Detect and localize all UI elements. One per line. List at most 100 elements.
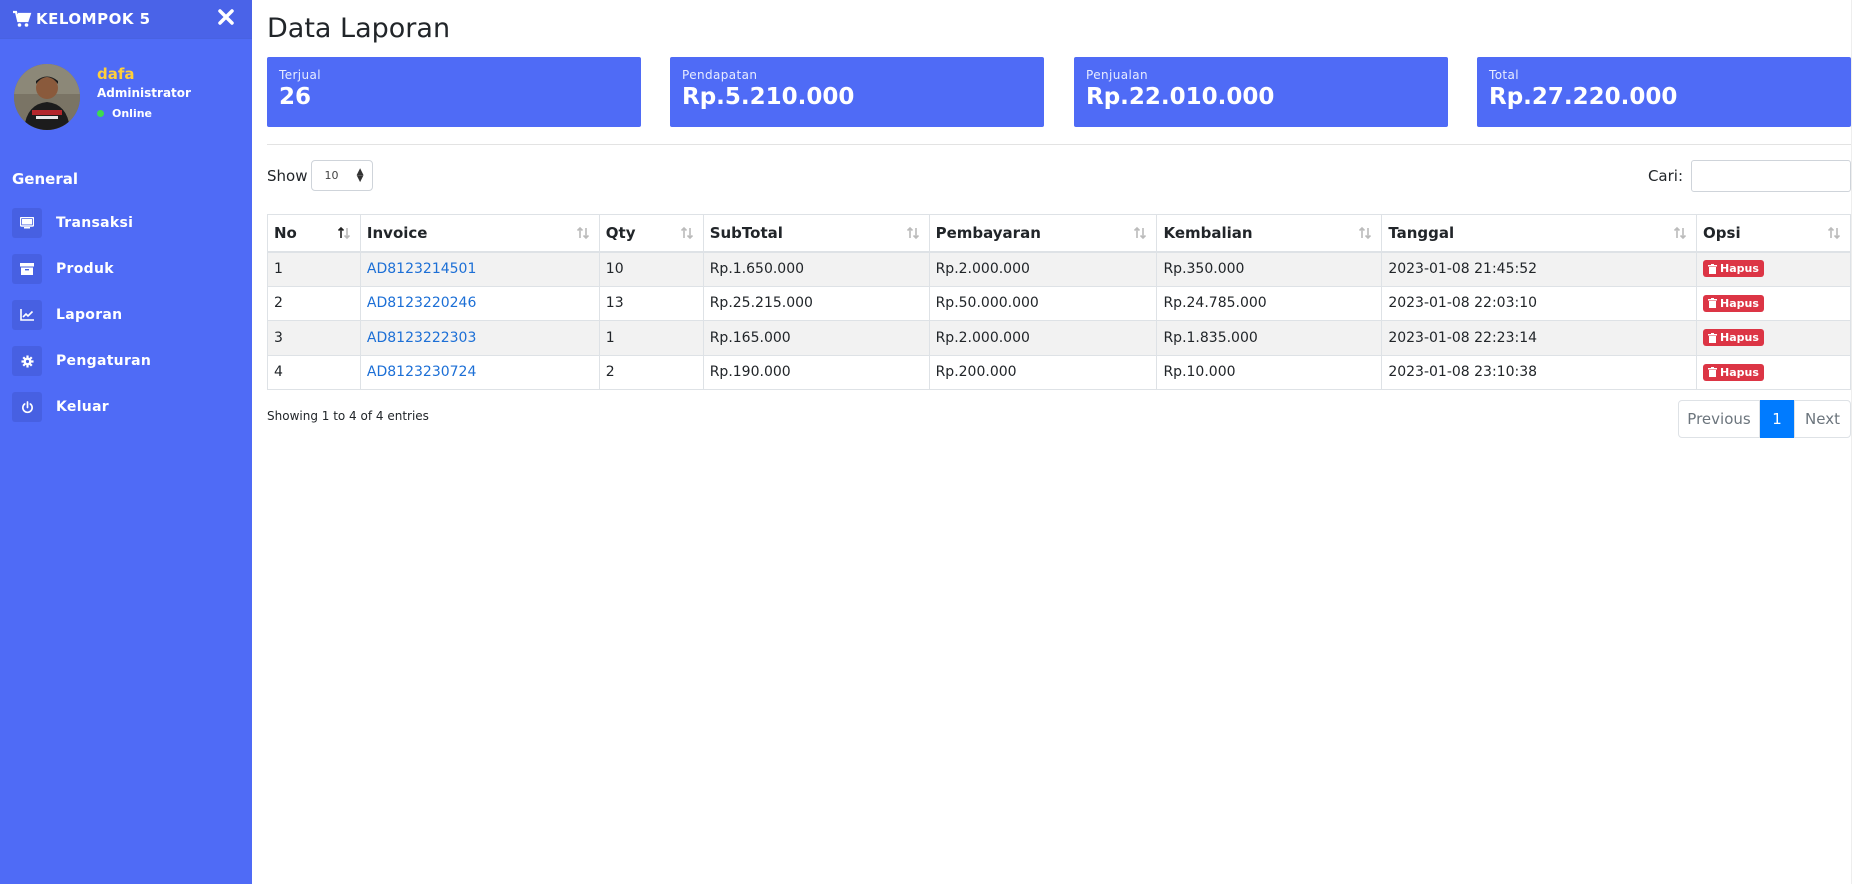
page-length-value: 10: [324, 169, 339, 182]
cell-subtotal: Rp.25.215.000: [702, 285, 930, 321]
sort-icon: [1827, 226, 1841, 240]
user-status-label: Online: [112, 107, 153, 120]
sidebar-item-label: Laporan: [56, 307, 123, 323]
cell-subtotal: Rp.1.650.000: [702, 251, 930, 287]
sort-asc-icon: [337, 226, 350, 240]
page-length-select[interactable]: 10 ▲ ▼: [311, 160, 374, 191]
cell-kembalian: Rp.350.000: [1156, 251, 1383, 287]
cell-pembayaran: Rp.2.000.000: [928, 320, 1158, 356]
card-value: Rp.27.220.000: [1489, 84, 1678, 110]
table-row: 4 AD8123230724 2 Rp.190.000 Rp.200.000 R…: [267, 354, 1851, 390]
sidebar-nav: Transaksi Produk Laporan Pengaturan Kelu…: [0, 200, 252, 430]
table-row: 2 AD8123220246 13 Rp.25.215.000 Rp.50.00…: [267, 285, 1851, 321]
delete-button-label: Hapus: [1720, 262, 1759, 276]
nav-header-general: General: [12, 170, 78, 188]
delete-button[interactable]: Hapus: [1703, 260, 1764, 278]
sidebar-item-label: Transaksi: [56, 215, 134, 231]
table-row: 1 AD8123214501 10 Rp.1.650.000 Rp.2.000.…: [267, 251, 1851, 287]
column-header-kembalian[interactable]: Kembalian: [1156, 214, 1383, 253]
column-header-pembayaran[interactable]: Pembayaran: [928, 214, 1158, 253]
avatar: [14, 64, 80, 130]
cell-no: 4: [267, 354, 361, 390]
sidebar-item-transaksi[interactable]: Transaksi: [0, 200, 252, 246]
sidebar-item-laporan[interactable]: Laporan: [0, 292, 252, 338]
cell-qty: 2: [598, 354, 704, 390]
cell-qty: 10: [598, 251, 704, 287]
brand-title: KELOMPOK 5: [36, 10, 151, 28]
sidebar-item-produk[interactable]: Produk: [0, 246, 252, 292]
monitor-icon: [12, 208, 42, 238]
online-dot-icon: [97, 110, 104, 117]
column-header-opsi[interactable]: Opsi: [1696, 214, 1851, 253]
sort-icon: [680, 226, 693, 240]
user-name: dafa: [97, 65, 135, 83]
cell-pembayaran: Rp.50.000.000: [928, 285, 1158, 321]
column-header-qty[interactable]: Qty: [598, 214, 704, 253]
close-icon[interactable]: [216, 6, 236, 28]
trash-icon: [1708, 367, 1718, 377]
page-length-control: Show 10 ▲ ▼: [267, 160, 374, 191]
user-status: Online: [97, 107, 152, 120]
pagination: Previous 1 Next: [1678, 400, 1851, 438]
trash-icon: [1708, 332, 1718, 343]
search-label: Cari:: [1647, 167, 1683, 185]
pagination-page-1[interactable]: 1: [1760, 400, 1794, 438]
gear-icon: [12, 346, 42, 376]
search-input[interactable]: [1691, 160, 1851, 192]
column-header-label: Tanggal: [1388, 223, 1455, 242]
invoice-link[interactable]: AD8123214501: [367, 261, 476, 277]
sidebar-item-pengaturan[interactable]: Pengaturan: [0, 338, 252, 384]
sort-icon: [1673, 226, 1687, 240]
column-header-subtotal[interactable]: SubTotal: [702, 214, 930, 253]
column-header-label: Qty: [605, 223, 636, 242]
card-total: Total Rp.27.220.000: [1477, 57, 1851, 127]
cell-no: 2: [267, 285, 361, 321]
main-content: Data Laporan Terjual 26 Pendapatan Rp.5.…: [252, 0, 1869, 884]
delete-button[interactable]: Hapus: [1703, 294, 1764, 312]
sort-icon: [1359, 226, 1372, 240]
cell-tanggal: 2023-01-08 22:23:14: [1381, 320, 1698, 356]
cell-kembalian: Rp.10.000: [1156, 354, 1383, 390]
brand-bar: KELOMPOK 5: [0, 0, 252, 38]
cell-qty: 1: [598, 320, 704, 356]
cell-no: 3: [267, 320, 361, 356]
column-header-label: Kembalian: [1163, 223, 1253, 242]
cell-subtotal: Rp.190.000: [702, 354, 930, 390]
pagination-next[interactable]: Next: [1794, 400, 1851, 438]
sort-icon: [906, 226, 919, 240]
card-pendapatan: Pendapatan Rp.5.210.000: [670, 57, 1044, 127]
cell-kembalian: Rp.24.785.000: [1156, 285, 1383, 321]
card-penjualan: Penjualan Rp.22.010.000: [1074, 57, 1448, 127]
column-header-tanggal[interactable]: Tanggal: [1381, 214, 1698, 253]
invoice-link[interactable]: AD8123220246: [367, 295, 476, 311]
delete-button[interactable]: Hapus: [1703, 363, 1764, 381]
cell-tanggal: 2023-01-08 23:10:38: [1381, 354, 1698, 390]
table-body: 1 AD8123214501 10 Rp.1.650.000 Rp.2.000.…: [267, 251, 1851, 390]
show-label: Show: [267, 166, 308, 185]
search-control: Cari:: [1648, 160, 1851, 192]
delete-button[interactable]: Hapus: [1703, 329, 1764, 346]
trash-icon: [1708, 298, 1718, 308]
invoice-link[interactable]: AD8123222303: [367, 330, 476, 346]
column-header-label: Pembayaran: [935, 223, 1041, 242]
sidebar-item-keluar[interactable]: Keluar: [0, 384, 252, 430]
sort-icon: [1134, 226, 1147, 240]
table-header-row: No Invoice Qty SubTotal Pembayaran Kemba…: [267, 214, 1851, 253]
card-label: Pendapatan: [682, 68, 758, 82]
column-header-invoice[interactable]: Invoice: [359, 214, 600, 253]
cell-tanggal: 2023-01-08 22:03:10: [1381, 285, 1698, 321]
column-header-label: Invoice: [366, 223, 428, 242]
window-scrollbar[interactable]: [1851, 0, 1869, 884]
delete-button-label: Hapus: [1720, 296, 1759, 310]
report-table: No Invoice Qty SubTotal Pembayaran Kemba…: [267, 214, 1851, 390]
card-label: Total: [1489, 68, 1520, 82]
invoice-link[interactable]: AD8123230724: [367, 364, 476, 380]
pagination-previous[interactable]: Previous: [1678, 400, 1760, 438]
card-value: Rp.22.010.000: [1086, 84, 1275, 110]
card-terjual: Terjual 26: [267, 57, 641, 127]
table-info: Showing 1 to 4 of 4 entries: [267, 409, 429, 423]
column-header-no[interactable]: No: [267, 214, 361, 253]
card-value: 26: [279, 84, 312, 110]
cell-pembayaran: Rp.200.000: [928, 354, 1158, 390]
power-icon: [12, 392, 42, 422]
